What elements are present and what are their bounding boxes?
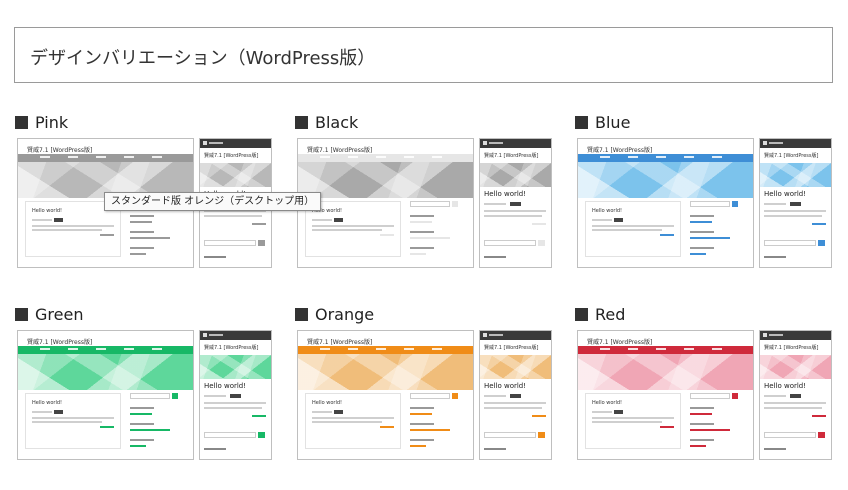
thumb-navbar bbox=[298, 346, 473, 354]
thumb-sidebar bbox=[690, 393, 748, 453]
thumb-mobile-hero bbox=[200, 163, 271, 187]
thumb-mobile-post-title: Hello world! bbox=[484, 190, 527, 198]
thumb-mobile-menu-bar bbox=[480, 139, 551, 148]
desktop-thumbnail-green[interactable]: 賢威7.1 [WordPress版] Hello world! bbox=[17, 330, 194, 460]
variant-orange: Orange 賢威7.1 [WordPress版] Hello world! 賢… bbox=[295, 304, 555, 484]
thumb-mobile-hero bbox=[200, 355, 271, 379]
thumb-sidebar bbox=[410, 201, 468, 261]
thumb-site-title: 賢威7.1 [WordPress版] bbox=[587, 339, 653, 346]
thumb-navbar bbox=[18, 346, 193, 354]
square-bullet-icon bbox=[575, 307, 588, 321]
variant-name: Red bbox=[595, 304, 626, 324]
thumb-navbar bbox=[578, 346, 753, 354]
variant-header: Red bbox=[575, 304, 625, 324]
thumb-mobile-hero bbox=[480, 163, 551, 187]
desktop-thumbnail-blue[interactable]: 賢威7.1 [WordPress版] Hello world! bbox=[577, 138, 754, 268]
thumb-mobile-post-title: Hello world! bbox=[764, 382, 807, 390]
thumb-hero-image bbox=[578, 354, 753, 390]
mobile-thumbnail-red[interactable]: 賢威7.1 [WordPress版] Hello world! bbox=[759, 330, 832, 460]
square-bullet-icon bbox=[15, 307, 28, 321]
thumb-mobile-post-title: Hello world! bbox=[764, 190, 807, 198]
desktop-thumbnail-red[interactable]: 賢威7.1 [WordPress版] Hello world! bbox=[577, 330, 754, 460]
thumb-mobile-site-title: 賢威7.1 [WordPress版] bbox=[204, 153, 259, 159]
square-bullet-icon bbox=[295, 115, 308, 129]
variant-name: Black bbox=[315, 112, 359, 132]
menu-icon bbox=[483, 333, 487, 337]
thumb-mobile-menu-bar bbox=[200, 139, 271, 148]
thumb-post-title: Hello world! bbox=[312, 400, 343, 406]
desktop-thumbnail-orange[interactable]: 賢威7.1 [WordPress版] Hello world! bbox=[297, 330, 474, 460]
menu-icon bbox=[763, 141, 767, 145]
thumb-navbar bbox=[18, 154, 193, 162]
variant-header: Green bbox=[15, 304, 83, 324]
thumb-mobile-post-title: Hello world! bbox=[484, 382, 527, 390]
menu-icon bbox=[203, 333, 207, 337]
variant-header: Pink bbox=[15, 112, 68, 132]
thumb-sidebar bbox=[410, 393, 468, 453]
thumb-post-title: Hello world! bbox=[32, 400, 63, 406]
thumb-mobile-hero bbox=[480, 355, 551, 379]
thumb-post-title: Hello world! bbox=[592, 208, 623, 214]
variant-name: Orange bbox=[315, 304, 375, 324]
thumb-hero-image bbox=[18, 354, 193, 390]
thumb-navbar bbox=[578, 154, 753, 162]
thumb-mobile-menu-bar bbox=[760, 331, 831, 340]
square-bullet-icon bbox=[295, 307, 308, 321]
thumb-post: Hello world! bbox=[305, 393, 401, 449]
variant-name: Green bbox=[35, 304, 84, 324]
thumb-mobile-menu-bar bbox=[760, 139, 831, 148]
thumb-mobile-site-title: 賢威7.1 [WordPress版] bbox=[204, 345, 259, 351]
thumb-sidebar bbox=[690, 201, 748, 261]
variant-name: Blue bbox=[595, 112, 631, 132]
thumb-site-title: 賢威7.1 [WordPress版] bbox=[587, 147, 653, 154]
desktop-thumbnail-black[interactable]: 賢威7.1 [WordPress版] Hello world! bbox=[297, 138, 474, 268]
square-bullet-icon bbox=[575, 115, 588, 129]
mobile-thumbnail-blue[interactable]: 賢威7.1 [WordPress版] Hello world! bbox=[759, 138, 832, 268]
thumb-mobile-hero bbox=[760, 163, 831, 187]
thumb-mobile-menu-bar bbox=[480, 331, 551, 340]
menu-icon bbox=[483, 141, 487, 145]
mobile-thumbnail-green[interactable]: 賢威7.1 [WordPress版] Hello world! bbox=[199, 330, 272, 460]
variant-blue: Blue 賢威7.1 [WordPress版] Hello world! 賢威7… bbox=[575, 112, 835, 292]
thumb-mobile-site-title: 賢威7.1 [WordPress版] bbox=[764, 345, 819, 351]
variant-header: Orange bbox=[295, 304, 374, 324]
thumb-post-title: Hello world! bbox=[592, 400, 623, 406]
mobile-thumbnail-black[interactable]: 賢威7.1 [WordPress版] Hello world! bbox=[479, 138, 552, 268]
thumb-mobile-site-title: 賢威7.1 [WordPress版] bbox=[484, 345, 539, 351]
menu-icon bbox=[203, 141, 207, 145]
variant-green: Green 賢威7.1 [WordPress版] Hello world! 賢威… bbox=[15, 304, 275, 484]
thumb-mobile-site-title: 賢威7.1 [WordPress版] bbox=[764, 153, 819, 159]
thumb-mobile-site-title: 賢威7.1 [WordPress版] bbox=[484, 153, 539, 159]
thumb-hero-image bbox=[298, 354, 473, 390]
thumb-navbar bbox=[298, 154, 473, 162]
thumb-post: Hello world! bbox=[585, 201, 681, 257]
variant-black: Black 賢威7.1 [WordPress版] Hello world! 賢威… bbox=[295, 112, 555, 292]
thumb-site-title: 賢威7.1 [WordPress版] bbox=[307, 339, 373, 346]
thumb-post: Hello world! bbox=[25, 393, 121, 449]
page-title: デザインバリエーション（WordPress版） bbox=[30, 48, 376, 69]
variant-name: Pink bbox=[35, 112, 69, 132]
variant-header: Black bbox=[295, 112, 358, 132]
thumb-mobile-post-title: Hello world! bbox=[204, 382, 247, 390]
thumb-hero-image bbox=[298, 162, 473, 198]
thumb-sidebar bbox=[130, 393, 188, 453]
thumb-post-title: Hello world! bbox=[32, 208, 63, 214]
menu-icon bbox=[763, 333, 767, 337]
thumb-hero-image bbox=[578, 162, 753, 198]
thumb-site-title: 賢威7.1 [WordPress版] bbox=[27, 147, 93, 154]
thumb-mobile-hero bbox=[760, 355, 831, 379]
thumb-mobile-menu-bar bbox=[200, 331, 271, 340]
thumbnail-tooltip: スタンダード版 オレンジ（デスクトップ用） bbox=[104, 192, 322, 211]
variant-red: Red 賢威7.1 [WordPress版] Hello world! 賢威7.… bbox=[575, 304, 835, 484]
section-title-box: デザインバリエーション（WordPress版） bbox=[14, 27, 833, 83]
square-bullet-icon bbox=[15, 115, 28, 129]
thumb-site-title: 賢威7.1 [WordPress版] bbox=[307, 147, 373, 154]
thumb-site-title: 賢威7.1 [WordPress版] bbox=[27, 339, 93, 346]
mobile-thumbnail-orange[interactable]: 賢威7.1 [WordPress版] Hello world! bbox=[479, 330, 552, 460]
variant-header: Blue bbox=[575, 112, 630, 132]
thumb-post: Hello world! bbox=[585, 393, 681, 449]
